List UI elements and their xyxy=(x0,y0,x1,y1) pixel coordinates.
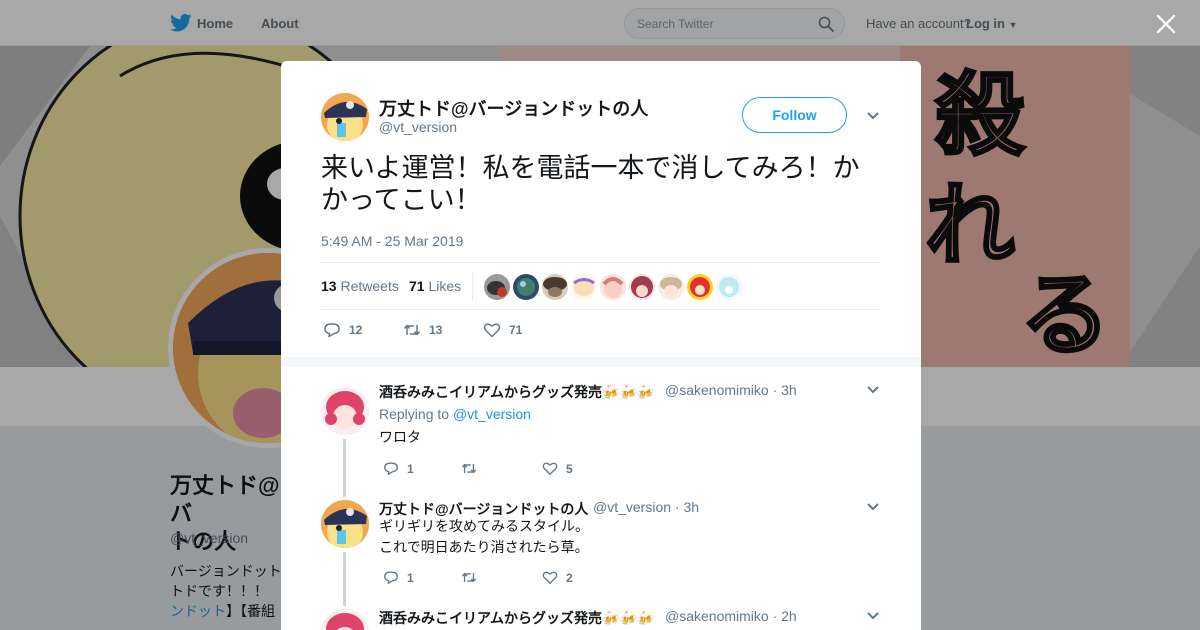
reply-text: ギリギリを攻めてみるスタイル。 これで明日あたり消されたら草。 xyxy=(379,517,589,559)
like-count: 2 xyxy=(566,570,573,585)
reply-text-line: ギリギリを攻めてみるスタイル。 xyxy=(379,519,589,535)
retweets-label: Retweets xyxy=(340,278,399,294)
thread-line xyxy=(343,439,346,497)
reply-icon[interactable] xyxy=(383,570,399,585)
like-count: 5 xyxy=(566,461,573,476)
replying-to: Replying to @vt_version xyxy=(379,406,531,422)
reply-avatar-art xyxy=(321,609,369,630)
reply-avatar-art xyxy=(321,387,369,435)
tweet-text: 来いよ運営！私を電話一本で消してみろ！かかってこい！ xyxy=(321,153,860,216)
reply-action[interactable]: 12 xyxy=(323,322,362,338)
reply-count: 1 xyxy=(407,461,414,476)
author-handle[interactable]: @vt_version xyxy=(379,119,457,135)
reply-avatar-art xyxy=(321,500,369,548)
separator-dot: · xyxy=(772,608,778,624)
stats-divider xyxy=(472,273,473,301)
reply-meta: @vt_version · 3h xyxy=(593,499,699,515)
retweet-action[interactable] xyxy=(461,461,485,476)
likes-stat[interactable]: 71 Likes xyxy=(409,278,461,294)
reply-time[interactable]: 3h xyxy=(781,382,797,398)
liker-avatar[interactable] xyxy=(687,274,713,300)
tweet-stats-bar: 13 Retweets 71 Likes xyxy=(321,262,881,310)
reply-action[interactable]: 1 xyxy=(383,461,414,476)
liker-avatar[interactable] xyxy=(542,274,568,300)
beer-emoji-icon: 🍻🍻🍻 xyxy=(602,384,655,400)
follow-button[interactable]: Follow xyxy=(742,97,847,133)
reply-handle[interactable]: @vt_version xyxy=(593,499,671,515)
reply-author-name-text[interactable]: 酒呑みみこイリアムからグッズ発売 xyxy=(379,384,602,400)
like-action[interactable]: 71 xyxy=(483,322,522,338)
close-icon[interactable] xyxy=(1156,14,1176,34)
like-action[interactable]: 2 xyxy=(542,570,573,585)
retweet-icon[interactable] xyxy=(403,322,421,338)
retweet-icon[interactable] xyxy=(461,461,477,476)
reply-avatar[interactable] xyxy=(321,609,369,630)
liker-avatar[interactable] xyxy=(571,274,597,300)
likes-label: Likes xyxy=(428,278,462,294)
reply-handle[interactable]: @sakenomimiko xyxy=(665,382,769,398)
reply-author-name[interactable]: 酒呑みみこイリアムからグッズ発売🍻🍻🍻 xyxy=(379,608,654,628)
reply-avatar[interactable] xyxy=(321,387,369,435)
reply-time[interactable]: 3h xyxy=(683,499,699,515)
separator-dot: · xyxy=(772,382,778,398)
liker-avatar[interactable] xyxy=(513,274,539,300)
chevron-down-icon[interactable] xyxy=(866,385,880,395)
reply-meta: @sakenomimiko · 2h xyxy=(665,608,797,624)
reply-avatar[interactable] xyxy=(321,500,369,548)
heart-icon[interactable] xyxy=(542,461,558,476)
reply-author-name[interactable]: 酒呑みみこイリアムからグッズ発売🍻🍻🍻 xyxy=(379,382,654,402)
reply-text-line: ワロタ xyxy=(379,430,421,446)
reply-icon[interactable] xyxy=(323,322,341,338)
reply-count: 1 xyxy=(407,570,414,585)
reply-handle[interactable]: @sakenomimiko xyxy=(665,608,769,624)
reply-meta: @sakenomimiko · 3h xyxy=(665,382,797,398)
reply-time[interactable]: 2h xyxy=(781,608,797,624)
retweets-stat[interactable]: 13 Retweets xyxy=(321,278,399,294)
retweet-icon[interactable] xyxy=(461,570,477,585)
retweet-action[interactable] xyxy=(461,570,485,585)
replies-separator xyxy=(281,357,921,367)
beer-emoji-icon: 🍻🍻🍻 xyxy=(602,610,655,626)
reply-author-name-text[interactable]: 酒呑みみこイリアムからグッズ発売 xyxy=(379,610,602,626)
liker-avatar[interactable] xyxy=(484,274,510,300)
reply-text: ワロタ xyxy=(379,428,421,449)
author-name[interactable]: 万丈トド@バージョンドットの人 xyxy=(379,95,648,121)
reply-author-name[interactable]: 万丈トド@バージョンドットの人 xyxy=(379,499,588,519)
replying-to-prefix: Replying to xyxy=(379,406,450,422)
retweet-count: 13 xyxy=(429,323,443,337)
heart-icon[interactable] xyxy=(542,570,558,585)
reply-icon[interactable] xyxy=(383,461,399,476)
tweet-timestamp[interactable]: 5:49 AM - 25 Mar 2019 xyxy=(321,233,463,249)
replying-to-mention[interactable]: @vt_version xyxy=(453,406,531,422)
reply-action[interactable]: 1 xyxy=(383,570,414,585)
heart-icon[interactable] xyxy=(483,322,501,338)
thread-line xyxy=(343,552,346,606)
liker-avatar[interactable] xyxy=(658,274,684,300)
liker-avatar[interactable] xyxy=(600,274,626,300)
separator-dot: · xyxy=(674,499,680,515)
retweets-count: 13 xyxy=(321,278,337,294)
tweet-permalink-modal: 万丈トド@バージョンドットの人 @vt_version Follow 来いよ運営… xyxy=(281,61,921,630)
reply-text-line: これで明日あたり消されたら草。 xyxy=(379,540,589,556)
liker-avatar[interactable] xyxy=(716,274,742,300)
likes-count: 71 xyxy=(409,278,425,294)
chevron-down-icon[interactable] xyxy=(866,611,880,621)
retweet-action[interactable]: 13 xyxy=(403,322,442,338)
author-avatar[interactable] xyxy=(321,93,369,141)
reply-count: 12 xyxy=(349,323,363,337)
author-avatar-art xyxy=(321,93,369,141)
chevron-down-icon[interactable] xyxy=(866,502,880,512)
like-action[interactable]: 5 xyxy=(542,461,573,476)
chevron-down-icon[interactable] xyxy=(866,111,880,121)
like-count: 71 xyxy=(509,323,523,337)
liker-avatar[interactable] xyxy=(629,274,655,300)
